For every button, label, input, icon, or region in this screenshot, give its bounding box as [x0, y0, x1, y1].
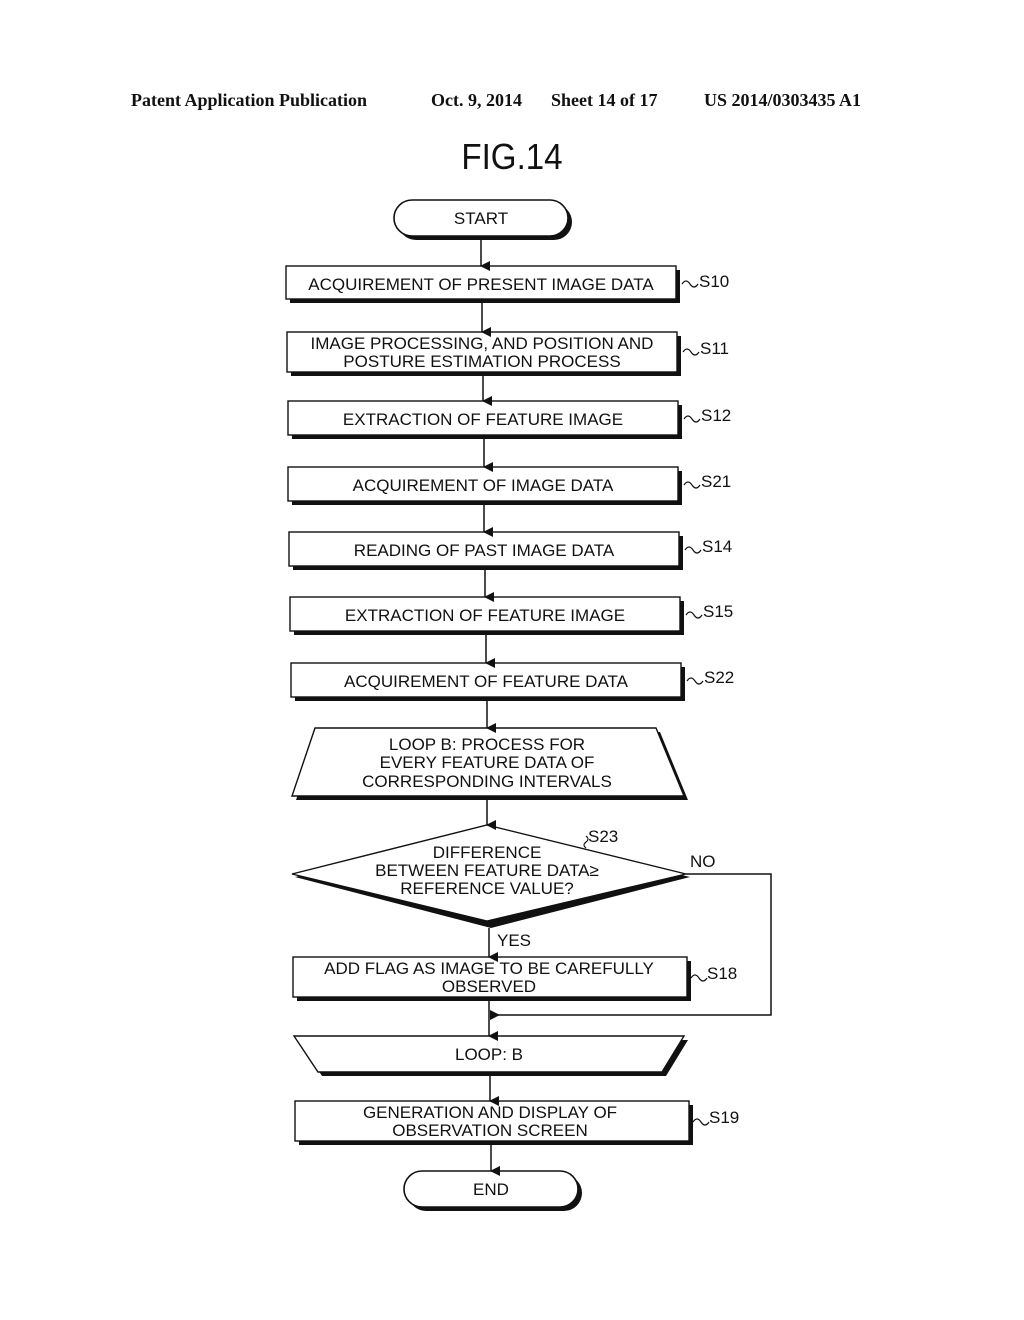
step-s11: IMAGE PROCESSING, AND POSITION AND POSTU…	[286, 331, 729, 376]
step-s15-id: S15	[703, 602, 733, 621]
loop-b-start-text-2: EVERY FEATURE DATA OF	[380, 753, 595, 772]
decision-s23: DIFFERENCE BETWEEN FEATURE DATA≥ REFEREN…	[291, 824, 716, 950]
step-s18-text-2: OBSERVED	[442, 977, 536, 996]
step-s11-id: S11	[700, 339, 729, 358]
start-terminator: START	[393, 199, 572, 240]
leader-s22	[686, 677, 704, 685]
loop-b-start-text-3: CORRESPONDING INTERVALS	[362, 772, 612, 791]
leader-s19	[692, 1118, 710, 1126]
step-s18-text-1: ADD FLAG AS IMAGE TO BE CAREFULLY	[324, 959, 654, 978]
step-s22: ACQUIREMENT OF FEATURE DATA S22	[290, 662, 734, 701]
step-s12: EXTRACTION OF FEATURE IMAGE S12	[287, 400, 731, 439]
step-s10-id: S10	[699, 272, 729, 291]
start-label: START	[454, 209, 508, 228]
step-s21-id: S21	[701, 472, 731, 491]
leader-s10	[681, 280, 699, 288]
step-s14-text: READING OF PAST IMAGE DATA	[354, 541, 615, 560]
leader-s11	[682, 348, 700, 356]
step-s15: EXTRACTION OF FEATURE IMAGE S15	[289, 596, 733, 635]
loop-b-end-text: LOOP: B	[455, 1045, 523, 1064]
step-s19-text-1: GENERATION AND DISPLAY OF	[363, 1103, 617, 1122]
step-s11-text-1: IMAGE PROCESSING, AND POSITION AND	[311, 334, 654, 353]
step-s21-text: ACQUIREMENT OF IMAGE DATA	[353, 476, 614, 495]
step-s19-id: S19	[709, 1108, 739, 1127]
decision-yes-label: YES	[497, 931, 531, 950]
step-s14-id: S14	[702, 537, 732, 556]
step-s22-text: ACQUIREMENT OF FEATURE DATA	[344, 672, 629, 691]
step-s18: ADD FLAG AS IMAGE TO BE CAREFULLY OBSERV…	[292, 956, 737, 1001]
step-s15-text: EXTRACTION OF FEATURE IMAGE	[345, 606, 625, 625]
decision-s23-text-1: DIFFERENCE	[433, 843, 542, 862]
decision-no-label: NO	[690, 852, 716, 871]
step-s14: READING OF PAST IMAGE DATA S14	[288, 531, 732, 570]
decision-s23-text-3: REFERENCE VALUE?	[400, 879, 574, 898]
step-s19: GENERATION AND DISPLAY OF OBSERVATION SC…	[294, 1100, 739, 1145]
loop-b-start-text-1: LOOP B: PROCESS FOR	[389, 735, 585, 754]
decision-s23-text-2: BETWEEN FEATURE DATA≥	[375, 861, 599, 880]
step-s19-text-2: OBSERVATION SCREEN	[392, 1121, 588, 1140]
leader-s14	[684, 546, 702, 554]
end-label: END	[473, 1180, 509, 1199]
step-s11-text-2: POSTURE ESTIMATION PROCESS	[343, 352, 620, 371]
step-s12-text: EXTRACTION OF FEATURE IMAGE	[343, 410, 623, 429]
leader-s15	[685, 611, 703, 619]
step-s18-id: S18	[707, 964, 737, 983]
connectors	[480, 240, 772, 1176]
leader-s12	[683, 415, 701, 423]
leader-s21	[683, 481, 701, 489]
step-s22-id: S22	[704, 668, 734, 687]
step-s21: ACQUIREMENT OF IMAGE DATA S21	[287, 466, 731, 505]
loop-b-start: LOOP B: PROCESS FOR EVERY FEATURE DATA O…	[291, 727, 688, 800]
loop-b-end: LOOP: B	[292, 1035, 688, 1076]
decision-s23-id: S23	[588, 827, 618, 846]
leader-s18	[690, 974, 708, 982]
step-s10: ACQUIREMENT OF PRESENT IMAGE DATA S10	[285, 265, 729, 303]
end-terminator: END	[403, 1170, 582, 1211]
flowchart: START ACQUIREMENT OF PRESENT IMAGE DATA …	[285, 199, 772, 1211]
step-s10-text: ACQUIREMENT OF PRESENT IMAGE DATA	[308, 275, 654, 294]
step-s12-id: S12	[701, 406, 731, 425]
